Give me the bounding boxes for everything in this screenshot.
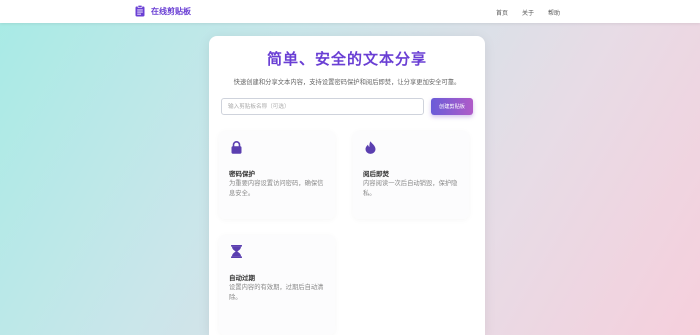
feature-title: 阅后即焚 [363, 170, 389, 178]
nav-link-help[interactable]: 帮助 [548, 8, 560, 17]
fire-icon [365, 141, 376, 154]
clipboard-name-input[interactable] [221, 98, 424, 115]
brand-logo[interactable]: 在线剪贴板 [135, 5, 191, 17]
feature-title: 自动过期 [229, 274, 255, 282]
feature-description: 内容阅读一次后自动销毁，保护隐私。 [363, 180, 458, 197]
feature-card-auto-expire: 自动过期 设置内容的有效期，过期后自动清除。 [219, 235, 335, 335]
feature-card-password: 密码保护 为重要内容设置访问密码，确保信息安全。 [219, 131, 335, 219]
lock-icon [231, 141, 242, 154]
nav-link-about[interactable]: 关于 [522, 8, 534, 17]
page-subtitle: 快速创建和分享文本内容，支持设置密码保护和阅后即焚，让分享更加安全可靠。 [233, 79, 461, 86]
main-card: 简单、安全的文本分享 快速创建和分享文本内容，支持设置密码保护和阅后即焚，让分享… [209, 36, 485, 335]
feature-title: 密码保护 [229, 170, 255, 178]
clipboard-icon [135, 5, 145, 17]
brand-name: 在线剪贴板 [151, 6, 191, 16]
hourglass-icon [231, 245, 242, 258]
feature-description: 设置内容的有效期，过期后自动清除。 [229, 284, 324, 301]
nav-links: 首页 关于 帮助 [496, 8, 560, 17]
page-title: 简单、安全的文本分享 [266, 50, 427, 68]
top-navbar: 在线剪贴板 首页 关于 帮助 [0, 0, 700, 23]
feature-description: 为重要内容设置访问密码，确保信息安全。 [229, 180, 324, 197]
nav-link-home[interactable]: 首页 [496, 8, 508, 17]
feature-card-burn-after-reading: 阅后即焚 内容阅读一次后自动销毁，保护隐私。 [353, 131, 469, 219]
create-clipboard-button[interactable]: 创建剪贴板 [431, 98, 473, 115]
